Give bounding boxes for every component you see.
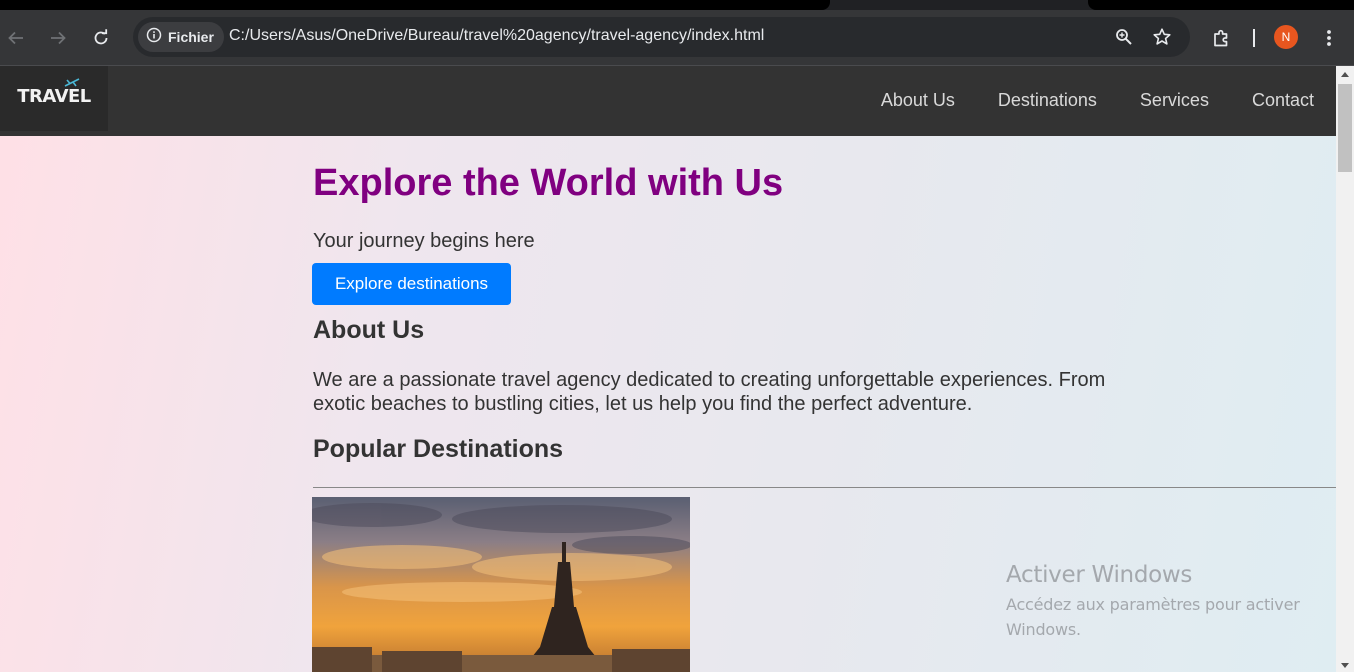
page-scrollbar[interactable] [1336,66,1354,672]
nav-link-contact[interactable]: Contact [1252,90,1314,111]
extensions-icon[interactable] [1207,24,1235,52]
main-nav: About Us Destinations Services Contact [838,90,1314,111]
windows-activation-watermark: Activer Windows Accédez aux paramètres p… [1006,562,1316,642]
url-text[interactable]: C:/Users/Asus/OneDrive/Bureau/travel%20a… [229,27,764,45]
reload-icon[interactable] [87,24,115,52]
tab-strip [0,0,1354,10]
tab-background-left[interactable] [0,0,830,10]
scroll-up-arrow-icon[interactable] [1341,72,1349,77]
section-divider [313,487,1336,488]
tab-background-right[interactable] [1088,0,1354,10]
info-icon [146,27,162,48]
toolbar-separator [1253,29,1255,47]
address-bar[interactable]: Fichier C:/Users/Asus/OneDrive/Bureau/tr… [133,17,1190,57]
hero-subtitle: Your journey begins here [313,230,535,252]
profile-avatar[interactable]: N [1274,25,1298,49]
more-icon[interactable] [1315,24,1343,52]
nav-link-services[interactable]: Services [1140,90,1209,111]
logo-text: TRAVEL [17,86,91,107]
about-text: We are a passionate travel agency dedica… [313,369,1106,415]
destination-image-paris[interactable] [312,497,690,672]
plane-icon [64,78,80,87]
nav-link-about-us[interactable]: About Us [881,90,955,111]
back-icon[interactable] [2,24,30,52]
site-navbar: TRAVEL About Us Destinations Services Co… [0,66,1336,136]
watermark-text: Accédez aux paramètres pour activer Wind… [1006,595,1300,639]
hero-title: Explore the World with Us [313,162,784,204]
about-heading: About Us [313,316,425,344]
site-info-chip[interactable]: Fichier [138,22,224,52]
site-logo[interactable]: TRAVEL [0,66,108,131]
forward-icon[interactable] [44,24,72,52]
scroll-thumb[interactable] [1338,84,1352,172]
watermark-title: Activer Windows [1006,562,1193,588]
nav-link-destinations[interactable]: Destinations [998,90,1097,111]
scroll-down-arrow-icon[interactable] [1341,663,1349,668]
browser-toolbar: Fichier C:/Users/Asus/OneDrive/Bureau/tr… [0,10,1354,66]
web-page: TRAVEL About Us Destinations Services Co… [0,66,1336,672]
destinations-heading: Popular Destinations [313,435,564,463]
site-info-label: Fichier [168,29,214,45]
star-icon[interactable] [1148,23,1176,51]
zoom-icon[interactable] [1110,23,1138,51]
explore-destinations-button[interactable]: Explore destinations [312,263,511,305]
